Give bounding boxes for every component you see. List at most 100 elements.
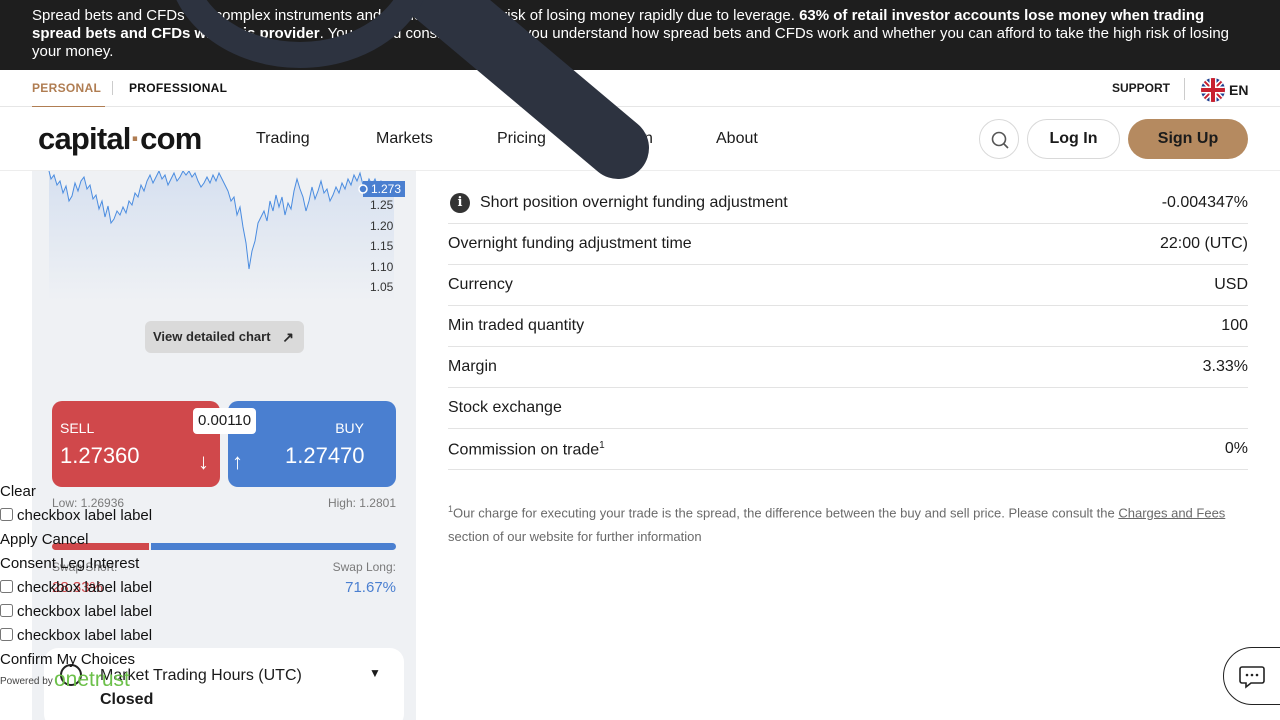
support-link[interactable]: SUPPORT: [1112, 81, 1170, 95]
chart-area: [49, 171, 394, 301]
row-key: Overnight funding adjustment time: [448, 235, 692, 252]
y-tick: 1.20: [370, 219, 394, 233]
nav-about[interactable]: About: [716, 130, 758, 148]
table-row: Overnight funding adjustment time 22:00 …: [448, 224, 1248, 265]
row-key: Stock exchange: [448, 399, 562, 416]
divider: [1184, 78, 1185, 100]
detail-button-label: View detailed chart: [153, 329, 271, 344]
nav-trading[interactable]: Trading: [256, 130, 310, 148]
nav-markets[interactable]: Markets: [376, 130, 433, 148]
chevron-down-icon[interactable]: ▼: [369, 666, 381, 680]
uk-flag-icon[interactable]: [1201, 78, 1225, 102]
ot-checkbox[interactable]: [0, 508, 13, 521]
logo-dot: ·: [130, 121, 141, 156]
ot-checkbox-row: checkbox label label: [0, 507, 152, 524]
ot-consent-label: Consent: [0, 555, 56, 572]
row-value: 100: [1221, 317, 1248, 334]
footnote-text: Our charge for executing your trade is t…: [453, 505, 1119, 521]
table-row: Currency USD: [448, 265, 1248, 306]
risk-text: Spread bets and CFDs are complex instrum…: [32, 7, 800, 24]
row-key: Margin: [448, 358, 497, 375]
charges-and-fees-link[interactable]: Charges and Fees: [1118, 505, 1225, 520]
spread-badge: 0.00110: [193, 408, 257, 434]
table-row: Margin 3.33%: [448, 347, 1248, 388]
ot-leg-interest-label: Leg.Interest: [60, 555, 140, 572]
top-bar: PERSONAL PROFESSIONAL SUPPORT EN: [0, 70, 1280, 108]
sell-price: 1.27360: [60, 443, 140, 468]
ot-checkbox-row: checkbox label label: [0, 603, 152, 620]
high-price: High: 1.2801: [327, 496, 396, 510]
row-value: 3.33%: [1202, 358, 1248, 375]
current-price-label: 1.273: [371, 182, 401, 196]
row-value: -0.004347%: [1161, 194, 1248, 211]
row-key-text: Commission on trade: [448, 441, 600, 459]
divider: [112, 81, 113, 95]
buy-label: BUY: [335, 420, 364, 436]
nav-learn[interactable]: Learn: [612, 130, 653, 148]
ot-checkbox-label: checkbox label label: [17, 627, 153, 644]
ot-checkbox-label: checkbox label label: [17, 579, 153, 596]
ot-clear-button[interactable]: Clear: [0, 483, 36, 500]
logo-text-left: capital: [38, 121, 131, 156]
ot-checkbox[interactable]: [0, 580, 13, 593]
search-icon: [991, 131, 1009, 149]
ot-confirm-button[interactable]: Confirm My Choices: [0, 651, 135, 668]
language-selector[interactable]: EN: [1229, 82, 1248, 98]
row-value: 0%: [1224, 440, 1248, 457]
swap-long-value: 71.67%: [345, 579, 396, 596]
y-tick: 1.25: [370, 198, 394, 212]
search-button[interactable]: [979, 119, 1019, 159]
market-hours-title: Market Trading Hours (UTC): [100, 667, 302, 684]
current-price-dot: [358, 184, 368, 194]
table-row: i Short position overnight funding adjus…: [448, 171, 1248, 224]
ot-apply-cancel: Apply Cancel: [0, 531, 88, 548]
capital-com-logo[interactable]: capital·com: [38, 121, 202, 157]
ot-checkbox-label: checkbox label label: [17, 507, 153, 524]
arrow-up-right-icon: ↗: [282, 329, 294, 345]
row-key: Min traded quantity: [448, 317, 585, 334]
y-tick: 1.05: [370, 280, 394, 294]
market-status: Closed: [100, 691, 154, 708]
segment-personal[interactable]: PERSONAL: [32, 81, 106, 108]
ot-apply-button[interactable]: Apply: [0, 531, 38, 548]
logo-text-right: com: [140, 121, 202, 156]
row-key: Short position overnight funding adjustm…: [480, 194, 788, 211]
main-nav: capital·com Trading Markets Pricing Lear…: [0, 107, 1280, 171]
ot-consent-header: Consent Leg.Interest: [0, 555, 139, 572]
swap-long-bar: [151, 543, 396, 550]
commission-footnote: 1Our charge for executing your trade is …: [448, 497, 1248, 549]
ot-checkbox[interactable]: [0, 604, 13, 617]
chat-icon: [1239, 666, 1265, 689]
ot-powered-by: Powered by: [0, 676, 53, 687]
info-icon[interactable]: i: [450, 193, 470, 213]
instrument-details-table: i Short position overnight funding adjus…: [448, 171, 1248, 470]
ot-checkbox-row: checkbox label label: [0, 627, 152, 644]
ot-checkbox[interactable]: [0, 628, 13, 641]
ot-cancel-button[interactable]: Cancel: [42, 531, 89, 548]
risk-warning-banner: Spread bets and CFDs are complex instrum…: [0, 0, 1280, 70]
footnote-tail: section of our website for further infor…: [448, 529, 702, 545]
row-value: 22:00 (UTC): [1159, 235, 1248, 252]
price-chart[interactable]: 1.273 1.25 1.20 1.15 1.10 1.05: [32, 171, 416, 301]
signup-button[interactable]: Sign Up: [1128, 119, 1248, 159]
row-value: USD: [1214, 276, 1248, 293]
nav-pricing[interactable]: Pricing: [497, 130, 546, 148]
segment-professional[interactable]: PROFESSIONAL: [129, 81, 227, 95]
chat-button[interactable]: [1223, 647, 1280, 705]
y-tick: 1.10: [370, 260, 394, 274]
ot-checkbox-row: checkbox label label: [0, 579, 152, 596]
swap-long-label: Swap Long:: [332, 560, 396, 574]
row-key: Currency: [448, 276, 513, 293]
buy-price: 1.27470: [285, 443, 365, 468]
arrow-up-icon: ↑: [232, 449, 243, 474]
onetrust-logo[interactable]: onetrust: [54, 668, 130, 692]
sell-label: SELL: [60, 420, 95, 436]
arrow-down-icon: ↓: [198, 449, 209, 474]
table-row: Min traded quantity 100: [448, 306, 1248, 347]
row-key: Commission on trade1: [448, 440, 605, 459]
y-tick: 1.15: [370, 239, 394, 253]
ot-checkbox-label: checkbox label label: [17, 603, 153, 620]
login-button[interactable]: Log In: [1027, 119, 1120, 159]
footnote-marker: 1: [599, 440, 605, 451]
view-detailed-chart-button[interactable]: View detailed chart ↗: [145, 321, 304, 353]
